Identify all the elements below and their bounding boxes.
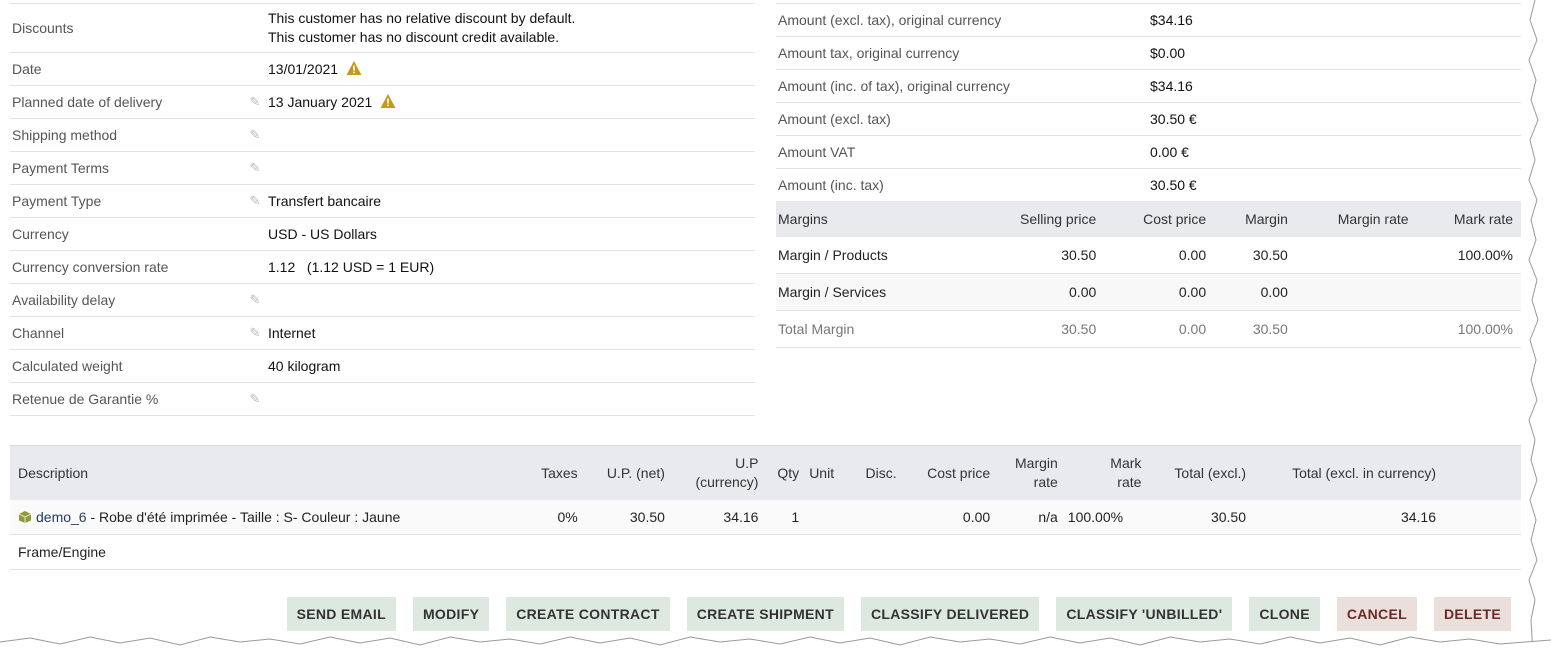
payment-terms-label: Payment Terms	[12, 160, 109, 176]
conversion-rate-label: Currency conversion rate	[12, 259, 169, 275]
margin-row: Margin / Services 0.00 0.00 0.00	[776, 273, 1521, 311]
pencil-icon[interactable]: ✎	[244, 325, 266, 341]
payment-type-label: Payment Type	[12, 193, 102, 209]
pencil-icon[interactable]: ✎	[244, 127, 266, 143]
pencil-icon[interactable]: ✎	[244, 160, 266, 176]
pencil-icon[interactable]: ✎	[244, 292, 266, 308]
row-channel: Channel ✎ Internet	[10, 317, 755, 350]
pencil-icon[interactable]: ✎	[244, 94, 266, 110]
table-row: demo_6 - Robe d'été imprimée - Taille : …	[10, 500, 1521, 535]
row-availability-delay: Availability delay ✎	[10, 284, 755, 317]
table-row: Frame/Engine	[10, 534, 1521, 570]
delete-button[interactable]: DELETE	[1433, 597, 1511, 631]
amount-row: Amount tax, original currency $0.00	[776, 37, 1521, 70]
row-payment-terms: Payment Terms ✎	[10, 152, 755, 185]
row-planned-delivery: Planned date of delivery ✎ 13 January 20…	[10, 86, 755, 119]
date-label: Date	[12, 61, 42, 77]
margin-row: Margin / Products 30.50 0.00 30.50 100.00%	[776, 237, 1521, 274]
row-retenue-garantie: Retenue de Garantie % ✎	[10, 383, 755, 416]
torn-edge-bottom	[0, 636, 1551, 654]
cancel-button[interactable]: CANCEL	[1336, 597, 1417, 631]
channel-label: Channel	[12, 325, 65, 341]
calculated-weight-label: Calculated weight	[12, 358, 123, 374]
row-payment-type: Payment Type ✎ Transfert bancaire	[10, 185, 755, 218]
amount-row: Amount (inc. of tax), original currency $…	[776, 70, 1521, 103]
retenue-garantie-label: Retenue de Garantie %	[12, 391, 159, 407]
date-value: 13/01/2021	[268, 60, 339, 77]
pencil-icon[interactable]: ✎	[244, 193, 266, 209]
amount-row: Amount VAT 0.00 €	[776, 136, 1521, 169]
margin-total-row: Total Margin 30.50 0.00 30.50 100.00%	[776, 310, 1521, 348]
availability-delay-label: Availability delay	[12, 292, 116, 308]
row-date: Date 13/01/2021	[10, 53, 755, 86]
planned-delivery-value: 13 January 2021	[268, 93, 373, 110]
classify-delivered-button[interactable]: CLASSIFY DELIVERED	[860, 597, 1040, 631]
channel-value: Internet	[268, 324, 316, 341]
warning-icon	[346, 60, 362, 75]
row-calculated-weight: Calculated weight 40 kilogram	[10, 350, 755, 383]
amount-row: Amount (excl. tax), original currency $34…	[776, 4, 1521, 37]
send-email-button[interactable]: SEND EMAIL	[286, 597, 396, 631]
calculated-weight-value: 40 kilogram	[268, 357, 341, 374]
currency-value: USD - US Dollars	[268, 225, 377, 242]
modify-button[interactable]: MODIFY	[412, 597, 490, 631]
product-icon	[18, 511, 32, 523]
row-shipping-method: Shipping method ✎	[10, 119, 755, 152]
warning-icon	[380, 93, 396, 108]
conversion-rate-value: 1.12 (1.12 USD = 1 EUR)	[268, 258, 435, 275]
action-buttons: SEND EMAIL MODIFY CREATE CONTRACT CREATE…	[286, 597, 1511, 631]
margins-table: Margins Selling price Cost price Margin …	[776, 201, 1521, 348]
margins-header: Margins Selling price Cost price Margin …	[776, 201, 1521, 237]
payment-type-value: Transfert bancaire	[268, 192, 382, 209]
amounts-panel: Amount (excl. tax), original currency $34…	[776, 3, 1521, 348]
discounts-label: Discounts	[12, 20, 74, 36]
row-currency: Currency USD - US Dollars	[10, 218, 755, 251]
amount-row: Amount (inc. tax) 30.50 €	[778, 177, 1197, 193]
planned-delivery-label: Planned date of delivery	[12, 94, 163, 110]
shipping-method-label: Shipping method	[12, 127, 118, 143]
pencil-icon[interactable]: ✎	[244, 391, 266, 407]
amount-row: Amount (excl. tax) 30.50 €	[776, 103, 1521, 136]
clone-button[interactable]: CLONE	[1249, 597, 1320, 631]
product-link[interactable]: demo_6	[36, 509, 87, 525]
row-conversion-rate: Currency conversion rate 1.12 (1.12 USD …	[10, 251, 755, 284]
torn-edge-right	[1528, 0, 1551, 654]
discounts-value: This customer has no relative discount b…	[268, 10, 576, 45]
order-lines-table: Description Taxes U.P. (net) U.P (currenc…	[10, 445, 1521, 570]
classify-unbilled-button[interactable]: CLASSIFY 'UNBILLED'	[1056, 597, 1233, 631]
order-properties: Discounts This customer has no relative …	[10, 3, 755, 416]
lines-header: Description Taxes U.P. (net) U.P (currenc…	[10, 445, 1521, 500]
create-shipment-button[interactable]: CREATE SHIPMENT	[686, 597, 844, 631]
line-note: Frame/Engine	[10, 534, 1521, 570]
row-discounts: Discounts This customer has no relative …	[10, 4, 755, 53]
currency-label: Currency	[12, 226, 69, 242]
create-contract-button[interactable]: CREATE CONTRACT	[506, 597, 670, 631]
